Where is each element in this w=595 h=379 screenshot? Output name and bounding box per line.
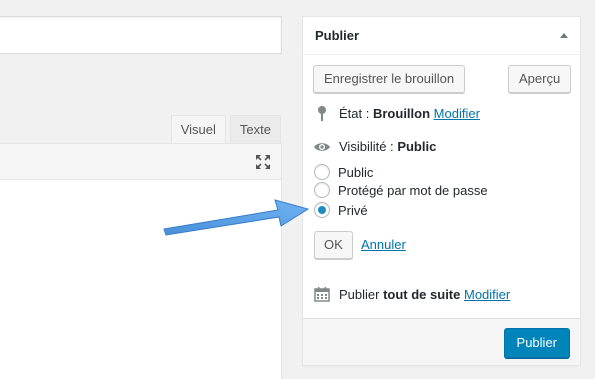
- publish-box: Publier Enregistrer le brouillon Aperçu …: [302, 16, 581, 366]
- publish-actions: Publier: [303, 318, 580, 365]
- publish-schedule-row: Publier tout de suite Modifier: [313, 286, 510, 302]
- option-label: Protégé par mot de passe: [338, 182, 488, 198]
- visibility-label: Visibilité :: [339, 139, 394, 154]
- preview-button[interactable]: Aperçu: [508, 65, 572, 93]
- editor-tabs: Visuel Texte: [170, 115, 281, 143]
- schedule-value: tout de suite: [383, 286, 461, 302]
- tab-text[interactable]: Texte: [229, 115, 281, 143]
- visibility-option-private[interactable]: Privé: [314, 202, 368, 218]
- visibility-row: Visibilité : Public: [313, 139, 436, 154]
- radio-password[interactable]: [314, 182, 330, 198]
- radio-private[interactable]: [314, 202, 330, 218]
- collapse-arrow-icon[interactable]: [560, 33, 568, 38]
- editor-toolbar: [0, 143, 282, 180]
- radio-public[interactable]: [314, 164, 330, 180]
- schedule-label: Publier: [339, 286, 380, 302]
- distraction-free-icon[interactable]: [255, 154, 271, 170]
- visibility-value: Public: [397, 139, 437, 154]
- option-label: Privé: [338, 202, 368, 218]
- eye-icon: [313, 141, 331, 153]
- pin-icon: [313, 105, 331, 121]
- edit-schedule-link[interactable]: Modifier: [464, 287, 510, 302]
- save-draft-button[interactable]: Enregistrer le brouillon: [313, 65, 466, 93]
- editor-content-area[interactable]: [0, 179, 282, 379]
- status-label: État :: [339, 105, 370, 121]
- option-label: Public: [338, 164, 374, 180]
- visibility-option-public[interactable]: Public: [314, 164, 373, 180]
- visibility-option-password[interactable]: Protégé par mot de passe: [314, 182, 488, 198]
- publish-button[interactable]: Publier: [503, 328, 570, 358]
- visibility-ok-button[interactable]: OK: [314, 231, 353, 259]
- post-status-row: État : Brouillon Modifier: [313, 105, 480, 121]
- calendar-icon: [313, 286, 331, 302]
- publish-box-header[interactable]: Publier: [303, 17, 580, 55]
- tab-visual[interactable]: Visuel: [170, 115, 226, 143]
- edit-status-link[interactable]: Modifier: [434, 106, 480, 121]
- visibility-cancel-link[interactable]: Annuler: [361, 237, 406, 252]
- publish-box-title: Publier: [315, 28, 360, 43]
- post-title-input[interactable]: [0, 16, 282, 54]
- status-value: Brouillon: [372, 105, 431, 121]
